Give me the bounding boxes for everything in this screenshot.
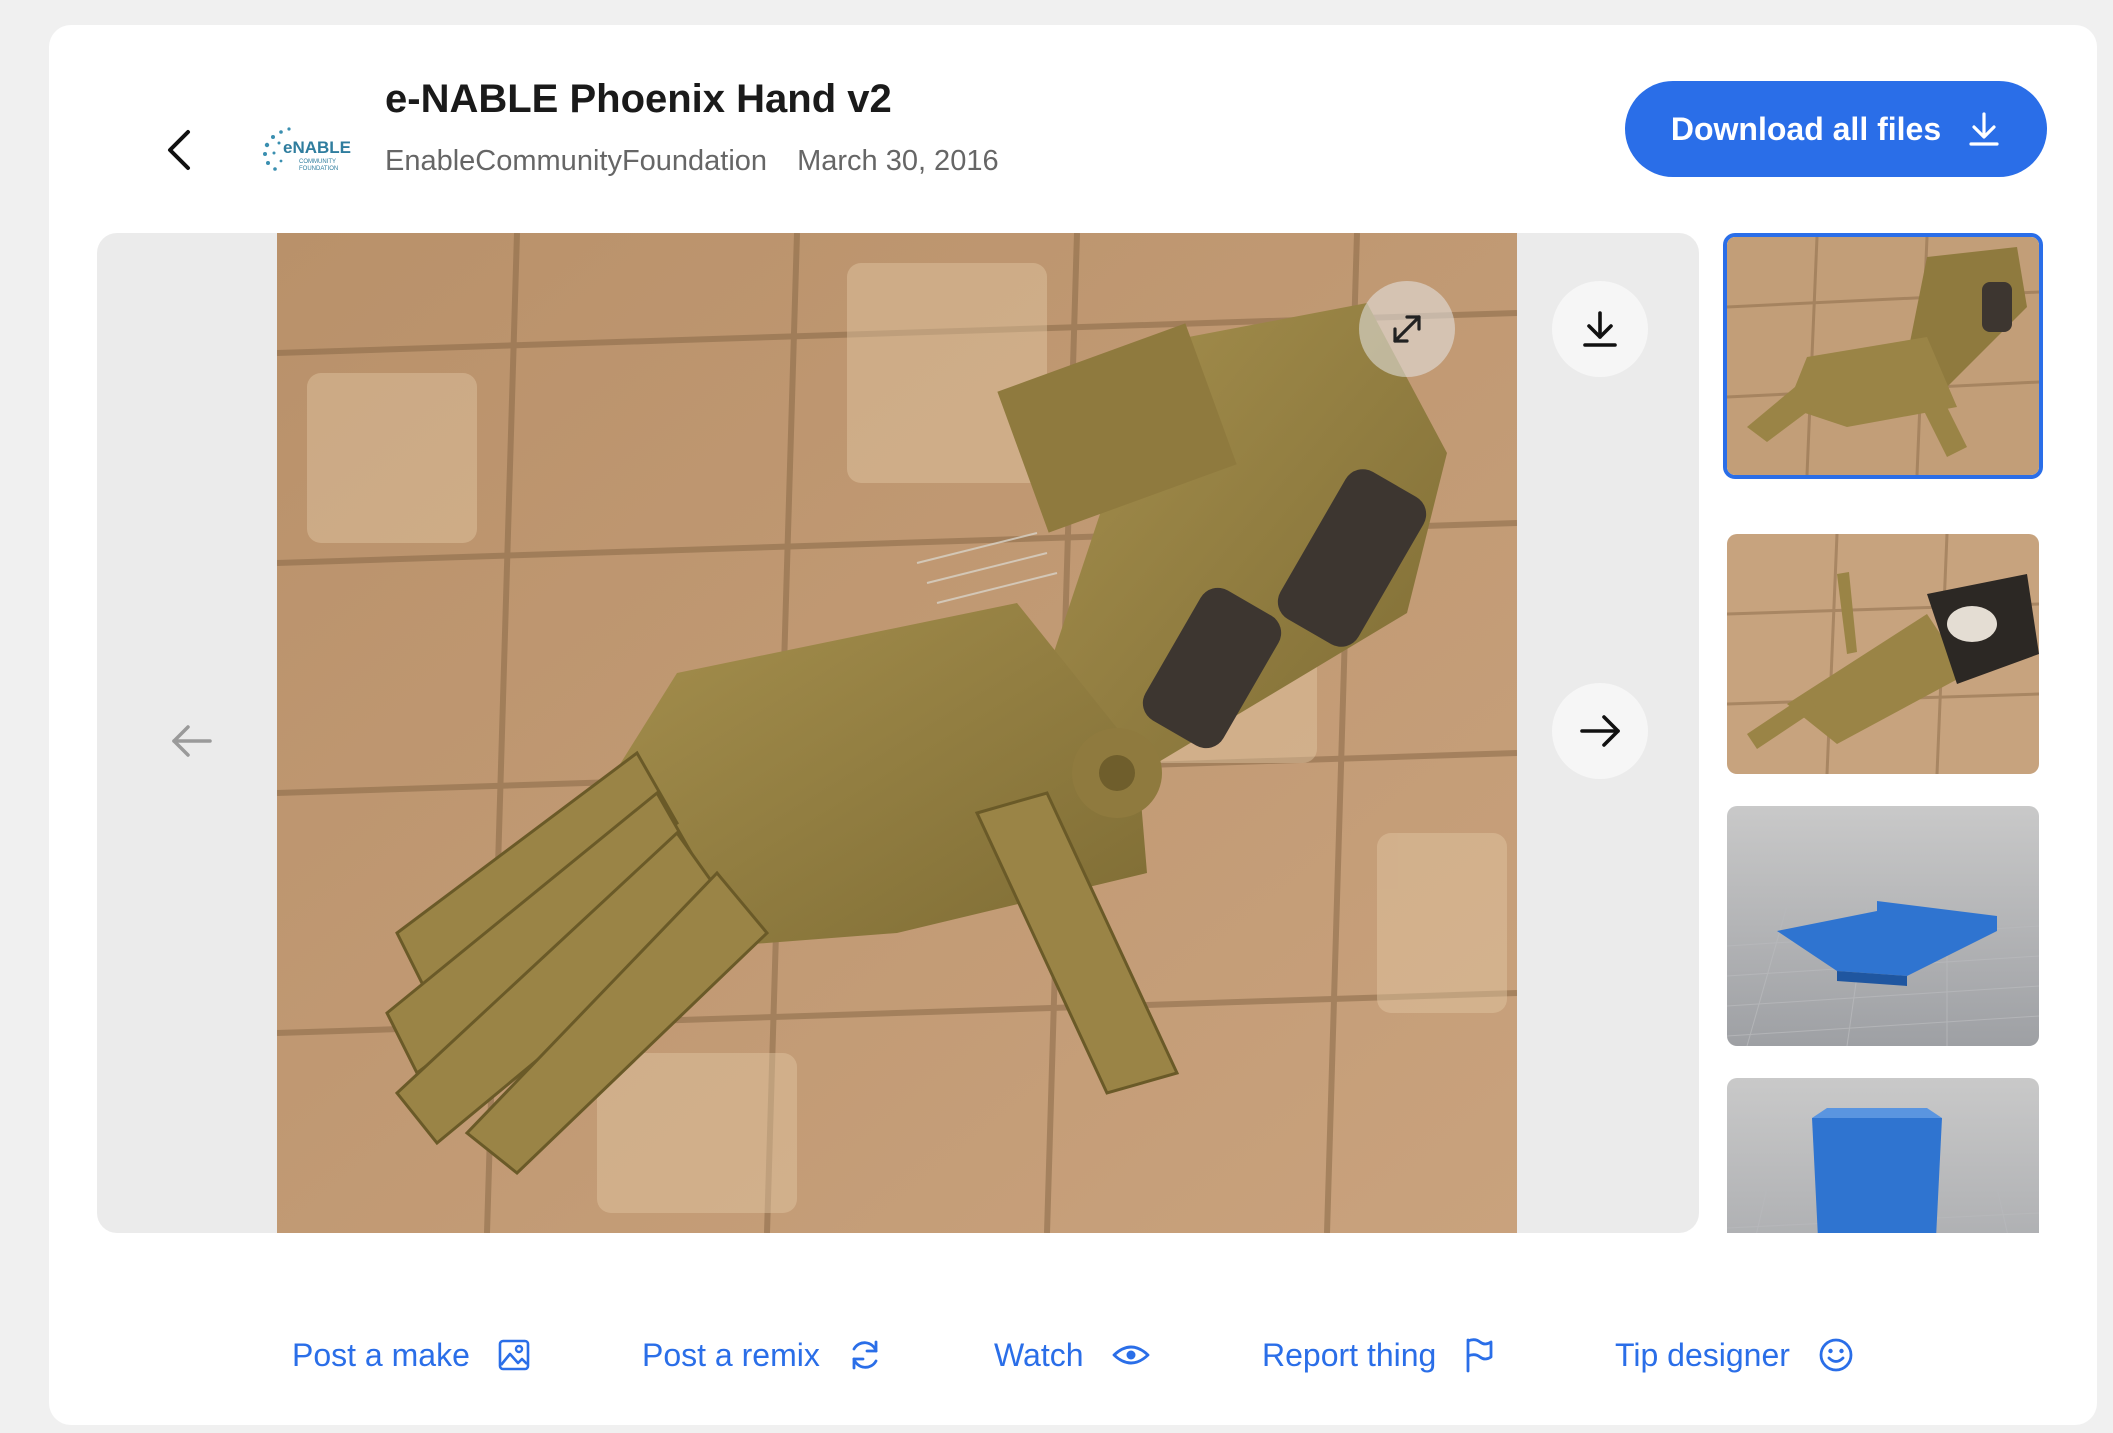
download-image-button[interactable] <box>1552 281 1648 377</box>
thing-meta: EnableCommunityFoundation March 30, 2016 <box>385 145 999 178</box>
previous-image-button[interactable] <box>142 691 242 791</box>
thumbnail-image <box>1727 534 2039 774</box>
flag-icon <box>1464 1337 1494 1373</box>
thumbnail-image <box>1727 806 2039 1046</box>
tip-designer-label: Tip designer <box>1615 1336 1790 1373</box>
download-all-label: Download all files <box>1670 110 1942 147</box>
eye-icon <box>1112 1342 1150 1368</box>
post-make-button[interactable]: Post a make <box>292 1325 530 1385</box>
chevron-left-icon <box>168 130 190 170</box>
enable-logo-icon: eNABLE COMMUNITY FOUNDATION <box>263 126 351 172</box>
download-icon <box>1583 311 1617 347</box>
thumbnail-1[interactable] <box>1723 233 2043 479</box>
thumbnail-strip <box>1723 233 2047 1233</box>
designer-logo[interactable]: eNABLE COMMUNITY FOUNDATION <box>239 100 389 205</box>
svg-text:eNABLE: eNABLE <box>283 138 351 157</box>
refresh-icon <box>848 1338 882 1372</box>
thumbnail-image <box>1727 237 2039 475</box>
watch-label: Watch <box>994 1336 1084 1373</box>
post-remix-label: Post a remix <box>642 1336 820 1373</box>
arrow-left-icon <box>172 725 212 757</box>
watch-button[interactable]: Watch <box>994 1325 1150 1385</box>
post-make-label: Post a make <box>292 1336 470 1373</box>
post-remix-button[interactable]: Post a remix <box>642 1325 882 1385</box>
report-thing-label: Report thing <box>1262 1336 1437 1373</box>
thumbnail-image <box>1727 1078 2039 1233</box>
next-image-button[interactable] <box>1552 683 1648 779</box>
svg-text:COMMUNITY: COMMUNITY <box>299 159 336 165</box>
fullscreen-button[interactable] <box>1359 281 1455 377</box>
smiley-icon <box>1818 1337 1854 1373</box>
report-thing-button[interactable]: Report thing <box>1262 1325 1494 1385</box>
main-photo[interactable] <box>277 233 1517 1233</box>
download-all-button[interactable]: Download all files <box>1625 81 2047 177</box>
page-title: e-NABLE Phoenix Hand v2 <box>385 77 892 121</box>
thumbnail-3[interactable] <box>1727 806 2039 1046</box>
thumbnail-4[interactable] <box>1727 1078 2039 1233</box>
image-viewer <box>97 233 1699 1233</box>
action-bar: Post a make Post a remix Watch Report th… <box>49 1325 2097 1385</box>
hand-photo-image <box>277 233 1517 1233</box>
download-icon <box>1967 111 2001 147</box>
author-link[interactable]: EnableCommunityFoundation <box>385 145 767 177</box>
svg-text:FOUNDATION: FOUNDATION <box>299 166 338 172</box>
thing-card: eNABLE COMMUNITY FOUNDATION e-NABLE Phoe… <box>49 25 2097 1425</box>
back-button[interactable] <box>129 100 229 200</box>
publish-date: March 30, 2016 <box>797 145 999 177</box>
image-icon <box>498 1339 530 1371</box>
arrow-right-icon <box>1580 715 1620 747</box>
tip-designer-button[interactable]: Tip designer <box>1615 1325 1854 1385</box>
thumbnail-2[interactable] <box>1727 534 2039 774</box>
expand-icon <box>1393 315 1421 343</box>
